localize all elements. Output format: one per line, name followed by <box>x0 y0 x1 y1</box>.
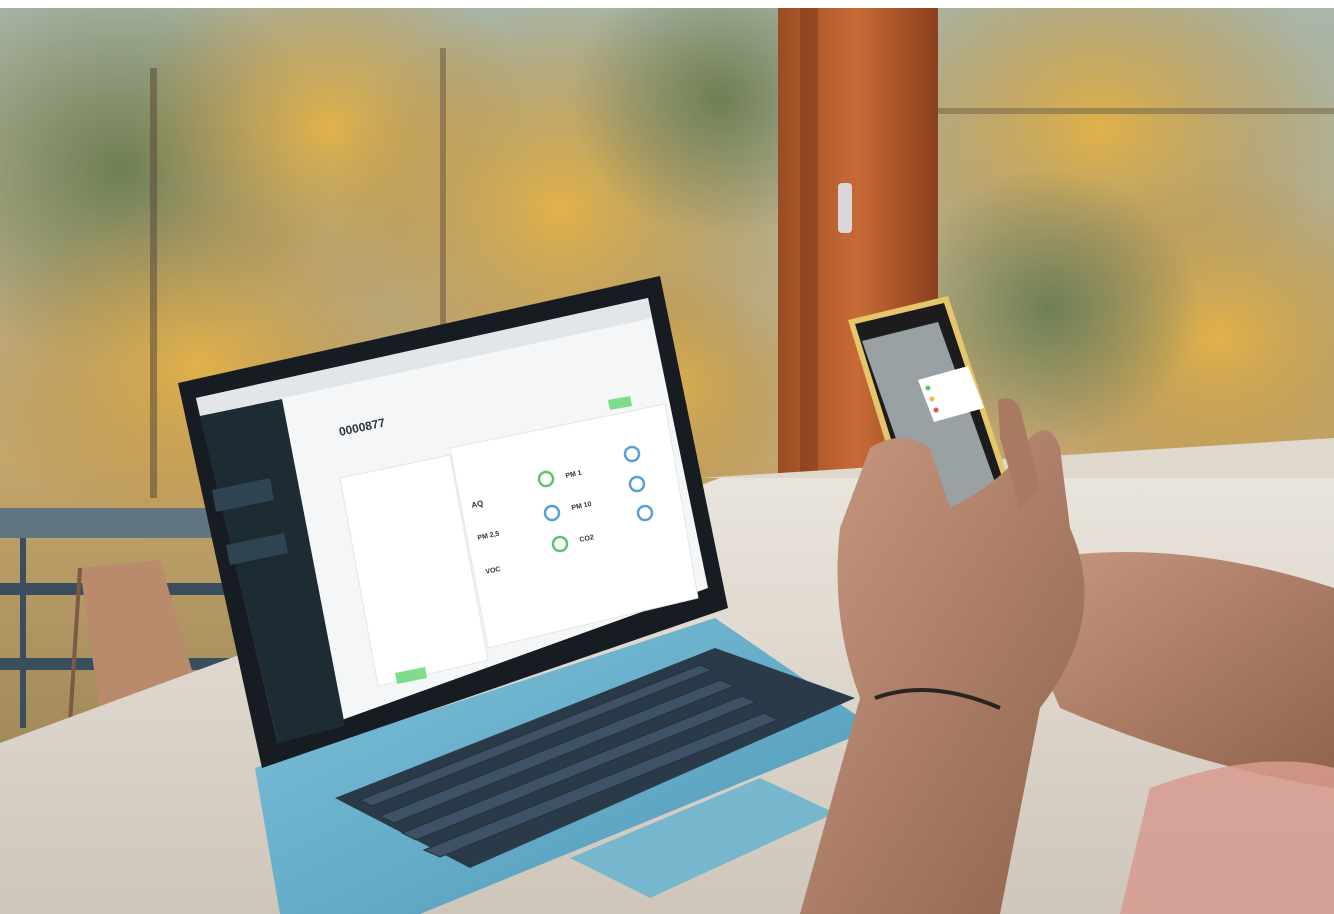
photo-scene: 0000877 AQ PM 2,5 VOC PM 1 PM 10 CO2 <box>0 8 1334 914</box>
